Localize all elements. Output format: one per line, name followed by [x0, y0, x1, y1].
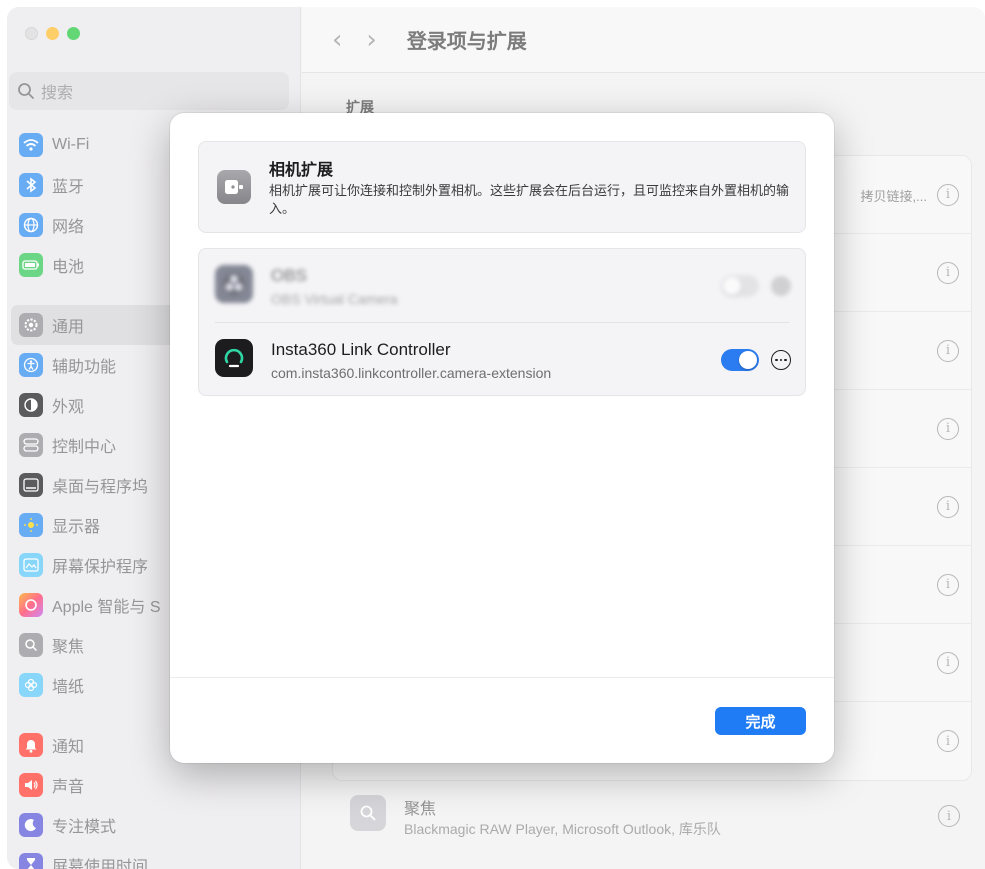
accessibility-icon — [19, 353, 43, 377]
sidebar-item-label: 通用 — [52, 319, 85, 336]
camera-extension-icon — [217, 170, 251, 204]
sidebar-item-label: 控制中心 — [52, 439, 117, 456]
insta360-app-icon — [215, 339, 253, 377]
info-icon[interactable]: i — [937, 339, 959, 362]
sidebar-item-label: 聚焦 — [52, 639, 85, 656]
sidebar-item-label: 桌面与程序坞 — [52, 479, 149, 496]
done-button[interactable]: 完成 — [715, 707, 806, 735]
obs-extension-toggle[interactable] — [721, 275, 759, 297]
info-icon[interactable]: i — [937, 651, 959, 674]
gear-icon — [19, 313, 43, 337]
row-subtext: 拷贝链接,... — [860, 188, 927, 204]
hourglass-icon — [19, 853, 43, 869]
control-center-icon — [19, 433, 43, 457]
screensaver-icon — [19, 553, 43, 577]
sidebar-item-label: 声音 — [52, 779, 85, 796]
more-options-icon[interactable] — [771, 350, 791, 370]
sidebar-item-label: 蓝牙 — [52, 179, 85, 196]
extension-identifier: com.insta360.linkcontroller.camera-exten… — [271, 365, 552, 381]
apple-intelligence-icon — [19, 593, 43, 617]
sound-icon — [19, 773, 43, 797]
sidebar-item-screen-time[interactable]: 屏幕使用时间 — [7, 845, 301, 869]
insta360-extension-toggle[interactable] — [721, 349, 759, 371]
wallpaper-icon — [19, 673, 43, 697]
info-icon[interactable]: i — [938, 805, 960, 827]
appearance-icon — [19, 393, 43, 417]
back-chevron-icon[interactable]: ‹ — [332, 25, 342, 55]
info-icon[interactable]: i — [937, 573, 959, 596]
sidebar-item-label: 外观 — [52, 399, 85, 416]
sidebar-item-label: 辅助功能 — [52, 359, 117, 376]
dock-icon — [19, 473, 43, 497]
sidebar-item-label: 专注模式 — [52, 819, 117, 836]
sidebar-item-label: Apple 智能与 S — [52, 599, 161, 616]
battery-icon — [19, 253, 43, 277]
spotlight-icon — [350, 795, 386, 831]
bluetooth-icon — [19, 173, 43, 197]
info-icon[interactable]: i — [937, 730, 959, 752]
camera-extensions-sheet: 相机扩展 相机扩展可让你连接和控制外置相机。这些扩展会在后台运行，且可监控来自外… — [170, 113, 834, 763]
info-icon[interactable]: i — [937, 495, 959, 518]
row-subtitle: Blackmagic RAW Player, Microsoft Outlook… — [404, 821, 721, 837]
forward-chevron-icon[interactable]: › — [366, 25, 376, 55]
sidebar-item-focus[interactable]: 专注模式 — [7, 805, 301, 845]
extension-row-obs[interactable]: OBS OBS Virtual Camera — [199, 249, 805, 323]
spotlight-extension-row[interactable]: 聚焦 Blackmagic RAW Player, Microsoft Outl… — [332, 777, 972, 855]
extensions-list-card: OBS OBS Virtual Camera Insta360 Link Con… — [198, 248, 806, 396]
sidebar-item-label: 显示器 — [52, 519, 101, 536]
category-title: 相机扩展 — [269, 162, 334, 179]
close-window-button[interactable] — [25, 27, 38, 40]
page-title: 登录项与扩展 — [406, 31, 527, 53]
more-options-icon[interactable] — [771, 276, 791, 296]
sidebar-item-label: 网络 — [52, 219, 85, 236]
spotlight-icon — [19, 633, 43, 657]
search-icon — [18, 83, 34, 99]
wifi-icon — [19, 133, 43, 157]
sidebar-item-label: 通知 — [52, 739, 85, 756]
info-icon[interactable]: i — [937, 417, 959, 440]
extension-name: Insta360 Link Controller — [271, 340, 451, 359]
sidebar-item-sound[interactable]: 声音 — [7, 765, 301, 805]
sidebar-item-label: Wi-Fi — [52, 136, 90, 153]
search-placeholder: 搜索 — [41, 85, 74, 102]
sidebar-item-label: 电池 — [52, 259, 85, 276]
window-controls — [25, 27, 80, 40]
obs-app-icon — [215, 265, 253, 303]
notification-icon — [19, 733, 43, 757]
extension-row-insta360[interactable]: Insta360 Link Controller com.insta360.li… — [199, 323, 805, 397]
sidebar-item-label: 墙纸 — [52, 679, 85, 696]
display-icon — [19, 513, 43, 537]
focus-moon-icon — [19, 813, 43, 837]
toolbar: ‹ › 登录项与扩展 — [302, 7, 985, 73]
row-title: 聚焦 — [404, 801, 437, 818]
extension-name: OBS — [271, 266, 307, 285]
footer-divider — [170, 677, 834, 678]
extension-identifier: OBS Virtual Camera — [271, 291, 398, 307]
category-header-card: 相机扩展 相机扩展可让你连接和控制外置相机。这些扩展会在后台运行，且可监控来自外… — [198, 141, 806, 233]
info-icon[interactable]: i — [937, 261, 959, 284]
sidebar-search[interactable]: 搜索 — [9, 72, 289, 110]
globe-icon — [19, 213, 43, 237]
category-description: 相机扩展可让你连接和控制外置相机。这些扩展会在后台运行，且可监控来自外置相机的输… — [269, 183, 790, 216]
zoom-window-button[interactable] — [67, 27, 80, 40]
info-icon[interactable]: i — [937, 183, 959, 206]
sidebar-item-label: 屏幕使用时间 — [52, 859, 149, 869]
minimize-window-button[interactable] — [46, 27, 59, 40]
sidebar-item-label: 屏幕保护程序 — [52, 559, 149, 576]
